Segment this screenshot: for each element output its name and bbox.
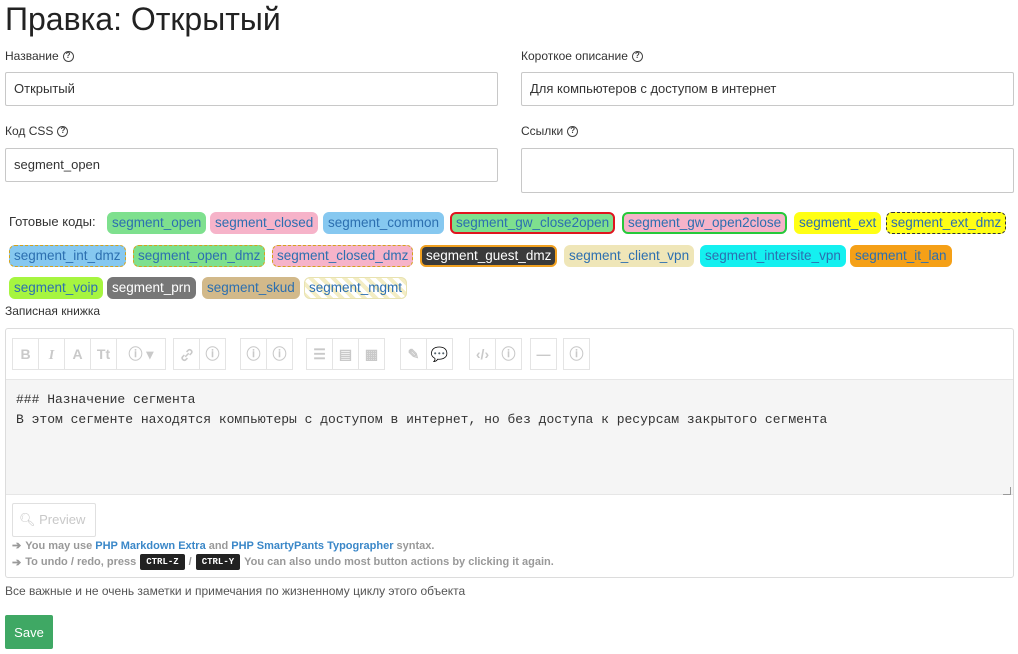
- code-button[interactable]: ‹/›: [469, 338, 496, 370]
- list-icon: ☰: [313, 346, 326, 362]
- code-chip[interactable]: segment_closed_dmz: [272, 245, 414, 267]
- code-chip[interactable]: segment_skud: [202, 277, 300, 299]
- edit-button[interactable]: ✎: [400, 338, 427, 370]
- undo-key: CTRL-Z: [140, 554, 185, 570]
- help-icon[interactable]: ?: [567, 125, 579, 137]
- bold-button[interactable]: B: [12, 338, 39, 370]
- grid-icon: ▦: [364, 346, 379, 362]
- preview-label: Preview: [39, 512, 86, 527]
- comment-button[interactable]: 💬: [426, 338, 453, 370]
- resize-handle[interactable]: [1003, 487, 1011, 495]
- markdown-editor: B I A Tt ⓘ ▾ ⓘ ⓘ ⓘ ☰ ▤ ▦ ✎ 💬 ‹/› ⓘ — ⓘ #…: [5, 328, 1014, 578]
- markdown-hint: ➔ You may use PHP Markdown Extra and PHP…: [12, 539, 435, 553]
- help-icon[interactable]: ?: [631, 50, 643, 62]
- hint1-mid: and: [208, 539, 229, 552]
- css-code-input[interactable]: segment_open: [5, 148, 498, 182]
- info-dropdown-button[interactable]: ⓘ ▾: [116, 338, 166, 370]
- hint2-suffix: You can also undo most button actions by…: [244, 556, 554, 568]
- css-code-label-text: Код CSS: [5, 124, 54, 138]
- help-icon[interactable]: ?: [57, 125, 69, 137]
- info-button[interactable]: ⓘ: [495, 338, 522, 370]
- hr-button[interactable]: —: [530, 338, 557, 370]
- redo-key: CTRL-Y: [195, 554, 241, 570]
- code-chip[interactable]: segment_int_dmz: [9, 245, 126, 267]
- name-input[interactable]: Открытый: [5, 72, 498, 106]
- search-icon: 🔍︎: [19, 512, 36, 527]
- short-desc-input[interactable]: Для компьютеров с доступом в интернет: [521, 72, 1014, 106]
- code-chip[interactable]: segment_gw_open2close: [622, 212, 788, 234]
- undo-hint: ➔ To undo / redo, press CTRL-Z / CTRL-Y …: [12, 554, 554, 570]
- short-desc-label: Короткое описание ?: [521, 49, 643, 63]
- name-label-text: Название: [5, 49, 59, 63]
- grid-button[interactable]: ▦: [358, 338, 385, 370]
- info-icon: ⓘ: [205, 346, 220, 362]
- notebook-textarea[interactable]: ### Назначение сегмента В этом сегменте …: [6, 379, 1013, 495]
- table-icon: ▤: [338, 346, 353, 362]
- list-button[interactable]: ☰: [306, 338, 333, 370]
- page-title: Правка: Открытый: [5, 1, 281, 37]
- info-button[interactable]: ⓘ: [266, 338, 293, 370]
- link-button[interactable]: [173, 338, 200, 370]
- arrow-right-icon: ➔: [12, 540, 22, 552]
- code-chip[interactable]: segment_common: [323, 212, 445, 234]
- notebook-label: Записная книжка: [5, 304, 101, 318]
- info-icon: ⓘ: [569, 346, 584, 362]
- code-chip[interactable]: segment_closed: [210, 212, 319, 234]
- hr-icon: —: [536, 346, 551, 362]
- info-dropdown-icon: ⓘ ▾: [128, 346, 154, 362]
- arrow-right-icon: ➔: [12, 556, 22, 569]
- italic-icon: I: [48, 348, 55, 363]
- code-chip[interactable]: segment_voip: [9, 277, 104, 299]
- preview-button[interactable]: 🔍︎ Preview: [12, 503, 96, 537]
- hint2-sep: /: [188, 556, 192, 568]
- info-button[interactable]: ⓘ: [240, 338, 267, 370]
- links-label-text: Ссылки: [521, 124, 564, 138]
- codes-label: Готовые коды:: [9, 214, 96, 229]
- link-icon: [180, 349, 193, 362]
- bold-icon: B: [20, 346, 31, 362]
- save-button[interactable]: Save: [5, 615, 53, 649]
- code-icon: ‹/›: [475, 346, 490, 362]
- comment-icon: 💬: [430, 346, 449, 362]
- code-chip[interactable]: segment_open: [107, 212, 207, 234]
- code-chip[interactable]: segment_client_vpn: [564, 245, 695, 267]
- code-chip[interactable]: segment_mgmt: [304, 277, 408, 299]
- hint1-prefix: You may use: [25, 539, 93, 552]
- help-icon[interactable]: ?: [62, 50, 74, 62]
- hint1-suffix: syntax.: [396, 539, 435, 552]
- code-chip[interactable]: segment_prn: [107, 277, 196, 299]
- info-icon: ⓘ: [272, 346, 287, 362]
- links-input[interactable]: [521, 148, 1014, 193]
- info-icon: ⓘ: [246, 346, 261, 362]
- markdown-extra-link[interactable]: PHP Markdown Extra: [95, 540, 205, 552]
- heading-icon: A: [72, 346, 83, 362]
- css-code-label: Код CSS ?: [5, 124, 69, 138]
- italic-button[interactable]: I: [38, 338, 65, 370]
- edit-icon: ✎: [407, 346, 420, 362]
- text-size-icon: Tt: [96, 346, 111, 362]
- table-button[interactable]: ▤: [332, 338, 359, 370]
- code-chip[interactable]: segment_open_dmz: [133, 245, 266, 267]
- hint2-prefix: To undo / redo, press: [25, 556, 137, 568]
- short-desc-label-text: Короткое описание: [521, 49, 628, 63]
- code-chip[interactable]: segment_it_lan: [850, 245, 952, 267]
- heading-button[interactable]: A: [64, 338, 91, 370]
- text-size-button[interactable]: Tt: [90, 338, 117, 370]
- code-chip[interactable]: segment_ext_dmz: [886, 212, 1007, 234]
- links-label: Ссылки ?: [521, 124, 579, 138]
- info-icon: ⓘ: [501, 346, 516, 362]
- code-chip[interactable]: segment_ext: [794, 212, 882, 234]
- code-chip[interactable]: segment_intersite_vpn: [700, 245, 846, 267]
- code-chip[interactable]: segment_guest_dmz: [420, 245, 558, 267]
- smartypants-link[interactable]: PHP SmartyPants Typographer: [231, 540, 393, 552]
- notebook-help-text: Все важные и не очень заметки и примечан…: [5, 584, 466, 598]
- code-chip[interactable]: segment_gw_close2open: [450, 212, 616, 234]
- name-label: Название ?: [5, 49, 74, 63]
- info-button[interactable]: ⓘ: [199, 338, 226, 370]
- info-button[interactable]: ⓘ: [563, 338, 590, 370]
